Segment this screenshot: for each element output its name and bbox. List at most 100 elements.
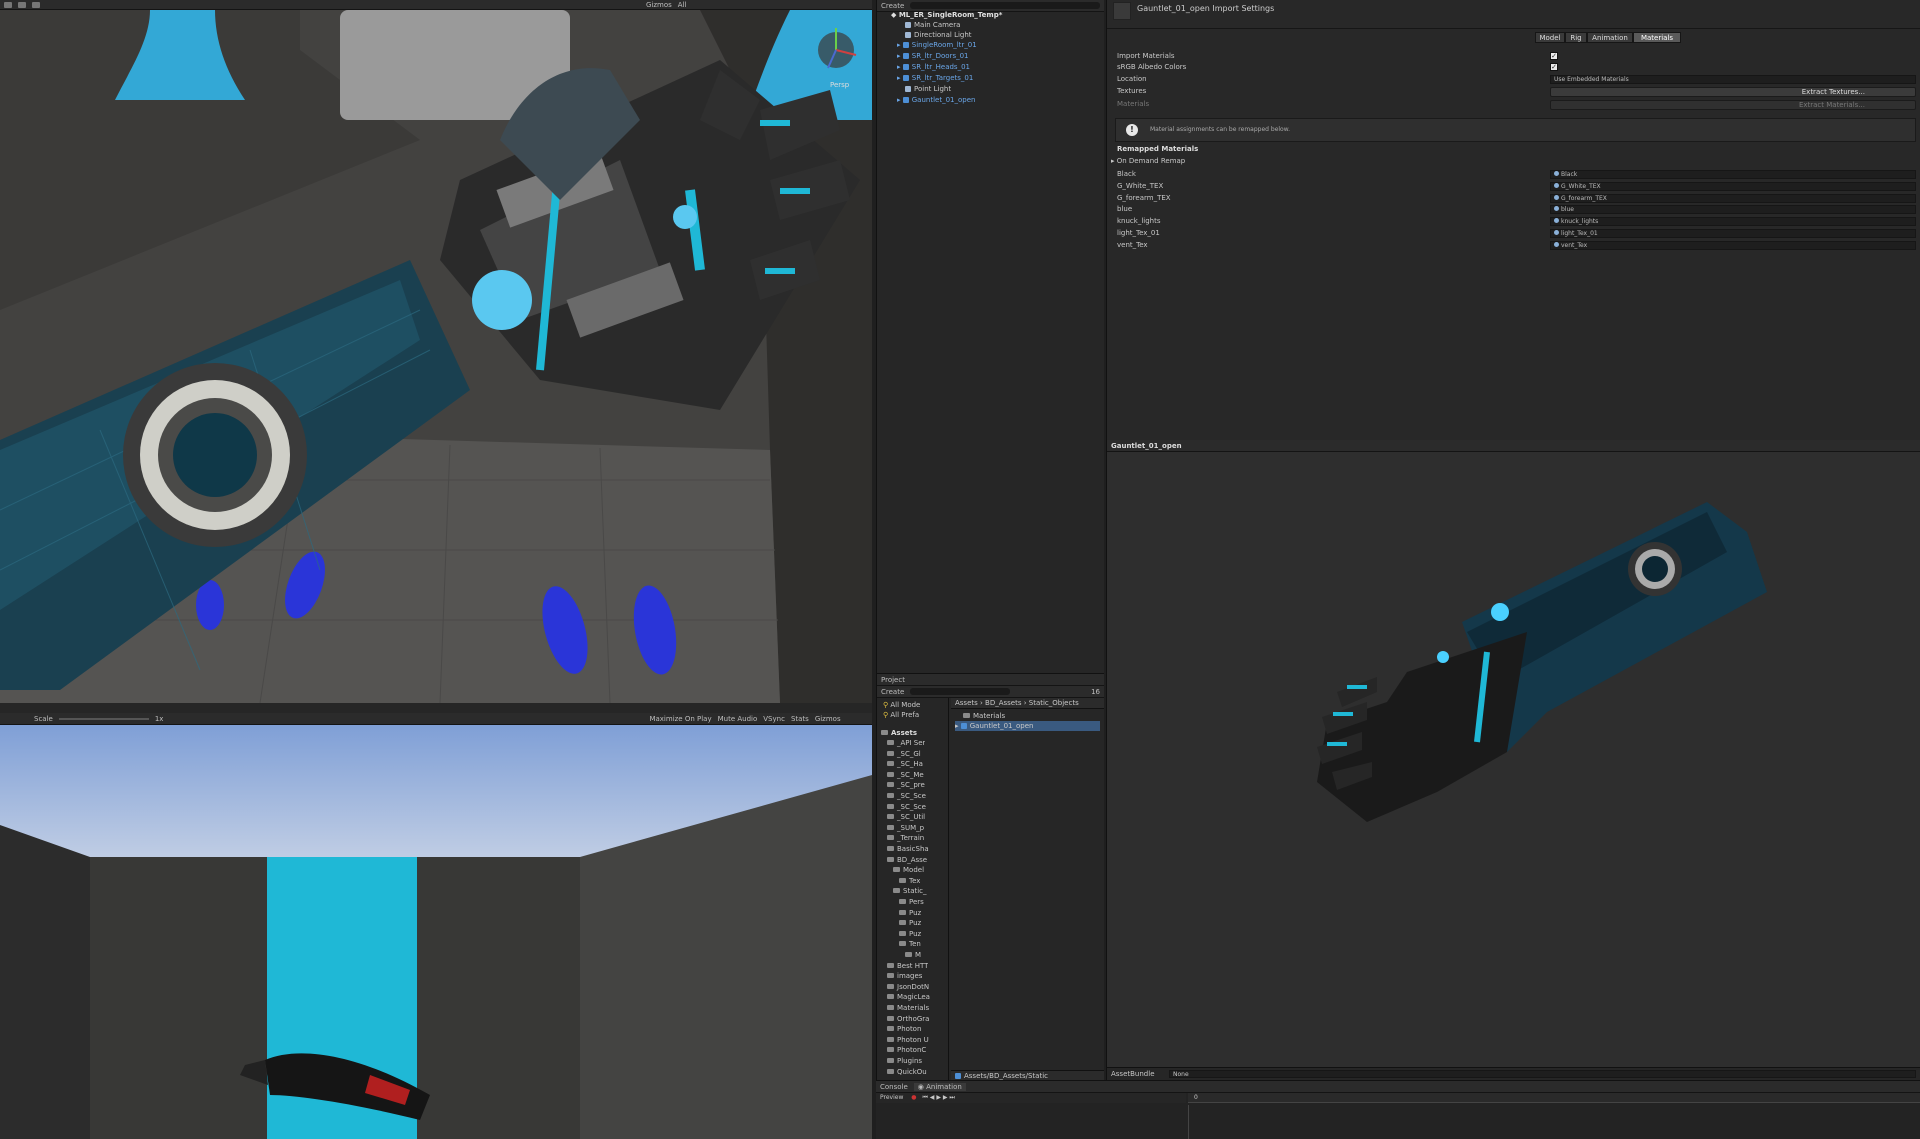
inspector-panel[interactable]: Gauntlet_01_open Import Settings Model R…: [1106, 0, 1920, 440]
game-viewport[interactable]: [0, 725, 872, 1139]
project-folder-item[interactable]: Tex: [899, 876, 920, 886]
project-folder-item[interactable]: Materials: [887, 1003, 929, 1013]
project-folder-item[interactable]: Pers: [899, 897, 924, 907]
game-gizmos-button[interactable]: Gizmos: [815, 715, 841, 723]
project-folder-item[interactable]: Puz: [899, 918, 921, 928]
project-folder-item[interactable]: images: [887, 971, 922, 981]
project-folder-item[interactable]: BD_Asse: [887, 855, 927, 865]
project-folder-item[interactable]: BasicSha: [887, 844, 929, 854]
hierarchy-item-point-light[interactable]: Point Light: [905, 84, 951, 94]
assets-root-folder[interactable]: Assets: [881, 728, 917, 738]
game-view-panel[interactable]: Scale 1x Maximize On Play Mute Audio VSy…: [0, 713, 872, 1139]
remap-material-field[interactable]: G_forearm_TEX: [1550, 193, 1916, 203]
project-tab[interactable]: Project: [881, 676, 905, 684]
project-folder-item[interactable]: _SC_Ha: [887, 759, 923, 769]
favorite-all-prefabs[interactable]: ⚲ All Prefa: [883, 710, 919, 720]
scene-view-panel[interactable]: Gizmos All Persp: [0, 0, 872, 713]
hierarchy-search-input[interactable]: [910, 2, 1100, 9]
remap-material-field[interactable]: vent_Tex: [1550, 240, 1916, 250]
maximize-on-play-button[interactable]: Maximize On Play: [649, 715, 711, 723]
project-item-materials[interactable]: Materials: [963, 711, 1005, 721]
hierarchy-item-targets[interactable]: ▸ SR_ltr_Targets_01: [897, 73, 973, 83]
hierarchy-item-gauntlet[interactable]: ▸ Gauntlet_01_open: [897, 95, 975, 105]
first-key-icon[interactable]: ⏮: [922, 1094, 927, 1101]
remap-material-field[interactable]: Black: [1550, 170, 1916, 179]
tab-model[interactable]: Model: [1535, 32, 1565, 43]
extract-materials-button[interactable]: Extract Materials...: [1550, 100, 1916, 110]
project-folder-item[interactable]: Photon: [887, 1024, 921, 1034]
project-folder-item[interactable]: JsonDotN: [887, 982, 929, 992]
srgb-albedo-checkbox[interactable]: ✓: [1550, 63, 1558, 71]
project-folder-item[interactable]: _SC_Util: [887, 812, 925, 822]
play-icon[interactable]: ▶: [936, 1094, 941, 1101]
project-item-gauntlet[interactable]: ▸ Gauntlet_01_open: [955, 721, 1100, 731]
remap-material-field[interactable]: blue: [1550, 205, 1916, 215]
project-folder-item[interactable]: _SUM_p: [887, 823, 924, 833]
preview-toggle[interactable]: Preview: [880, 1094, 903, 1101]
hierarchy-item-main-camera[interactable]: Main Camera: [905, 20, 960, 30]
project-folder-item[interactable]: _SC_Me: [887, 770, 924, 780]
record-icon[interactable]: ●: [911, 1094, 916, 1101]
project-folder-item[interactable]: _SC_pre: [887, 780, 925, 790]
breadcrumb-static-objects[interactable]: Static_Objects: [1029, 699, 1079, 707]
remap-material-field[interactable]: G_White_TEX: [1550, 181, 1916, 191]
project-folder-item[interactable]: Photon U: [887, 1035, 929, 1045]
hierarchy-item-singleroom[interactable]: ▸ SingleRoom_ltr_01: [897, 40, 977, 50]
location-dropdown[interactable]: Use Embedded Materials: [1550, 75, 1916, 84]
breadcrumb-assets[interactable]: Assets: [955, 699, 978, 707]
stats-button[interactable]: Stats: [791, 715, 809, 723]
tab-materials[interactable]: Materials: [1633, 32, 1681, 43]
remap-material-field[interactable]: knuck_lights: [1550, 217, 1916, 227]
hierarchy-create-button[interactable]: Create: [881, 2, 904, 10]
last-key-icon[interactable]: ⏭: [949, 1094, 954, 1101]
favorite-all-models[interactable]: ⚲ All Mode: [883, 700, 920, 710]
project-folder-item[interactable]: Puz: [899, 908, 921, 918]
project-folder-item[interactable]: Model: [893, 865, 924, 875]
assetbundle-dropdown[interactable]: None: [1169, 1070, 1916, 1078]
effects-toggle-icon[interactable]: [32, 1, 40, 8]
import-materials-checkbox[interactable]: ✓: [1550, 52, 1558, 60]
on-demand-remap-foldout[interactable]: ▸ On Demand Remap: [1111, 156, 1185, 167]
scale-slider[interactable]: [58, 717, 149, 720]
expand-arrow-icon[interactable]: ▸: [955, 722, 961, 730]
project-folder-item[interactable]: Plugins: [887, 1056, 922, 1066]
scene-root-item[interactable]: ◆ ML_ER_SingleRoom_Temp*: [891, 10, 1002, 20]
model-preview[interactable]: [1107, 452, 1920, 1067]
expand-arrow-icon[interactable]: ▸: [897, 74, 903, 82]
scene-search-field[interactable]: All: [678, 1, 687, 9]
expand-arrow-icon[interactable]: ▸: [897, 41, 903, 49]
project-folder-item[interactable]: PhotonC: [887, 1045, 926, 1055]
tab-animation-window[interactable]: ◉ Animation: [913, 1082, 966, 1091]
project-create-button[interactable]: Create: [881, 688, 904, 696]
project-folder-item[interactable]: Best HTT: [887, 961, 928, 971]
tab-animation[interactable]: Animation: [1587, 32, 1633, 43]
project-folder-item[interactable]: _SC_Sce: [887, 791, 926, 801]
hierarchy-item-directional-light[interactable]: Directional Light: [905, 30, 972, 40]
project-folder-item[interactable]: M: [905, 950, 921, 960]
animation-panel[interactable]: Console ◉ Animation Preview ● ⏮ ◀ ▶ ▶ ⏭ …: [876, 1080, 1920, 1139]
scene-gizmos-button[interactable]: Gizmos: [646, 1, 672, 9]
project-folder-item[interactable]: _SC_Sce: [887, 802, 926, 812]
expand-arrow-icon[interactable]: ▸: [897, 96, 903, 104]
project-folder-item[interactable]: Puz: [899, 929, 921, 939]
mute-audio-button[interactable]: Mute Audio: [718, 715, 758, 723]
project-folder-item[interactable]: Static_: [893, 886, 927, 896]
extract-textures-button[interactable]: Extract Textures...: [1550, 87, 1916, 97]
project-folder-item[interactable]: _Terrain: [887, 833, 924, 843]
project-folder-item[interactable]: Ten: [899, 939, 921, 949]
project-folder-item[interactable]: QuickOu: [887, 1067, 927, 1077]
remap-material-field[interactable]: light_Tex_01: [1550, 229, 1916, 238]
project-panel[interactable]: Project Create 16 ⚲ All Mode ⚲ All Prefa…: [876, 673, 1104, 1080]
project-search-input[interactable]: [910, 688, 1011, 695]
tab-console[interactable]: Console: [880, 1083, 908, 1091]
next-key-icon[interactable]: ▶: [943, 1094, 948, 1101]
project-folder-item[interactable]: _API Ser: [887, 738, 925, 748]
vsync-button[interactable]: VSync: [763, 715, 785, 723]
tab-rig[interactable]: Rig: [1565, 32, 1587, 43]
expand-arrow-icon[interactable]: ▸: [897, 63, 903, 71]
hierarchy-panel[interactable]: Create ◆ ML_ER_SingleRoom_Temp* Main Cam…: [876, 0, 1104, 673]
preview-panel[interactable]: Gauntlet_01_open AssetBundle None: [1106, 440, 1920, 1080]
timeline-ruler[interactable]: 0: [1188, 1093, 1920, 1103]
audio-toggle-icon[interactable]: [18, 1, 26, 8]
project-folder-item[interactable]: MagicLea: [887, 992, 930, 1002]
